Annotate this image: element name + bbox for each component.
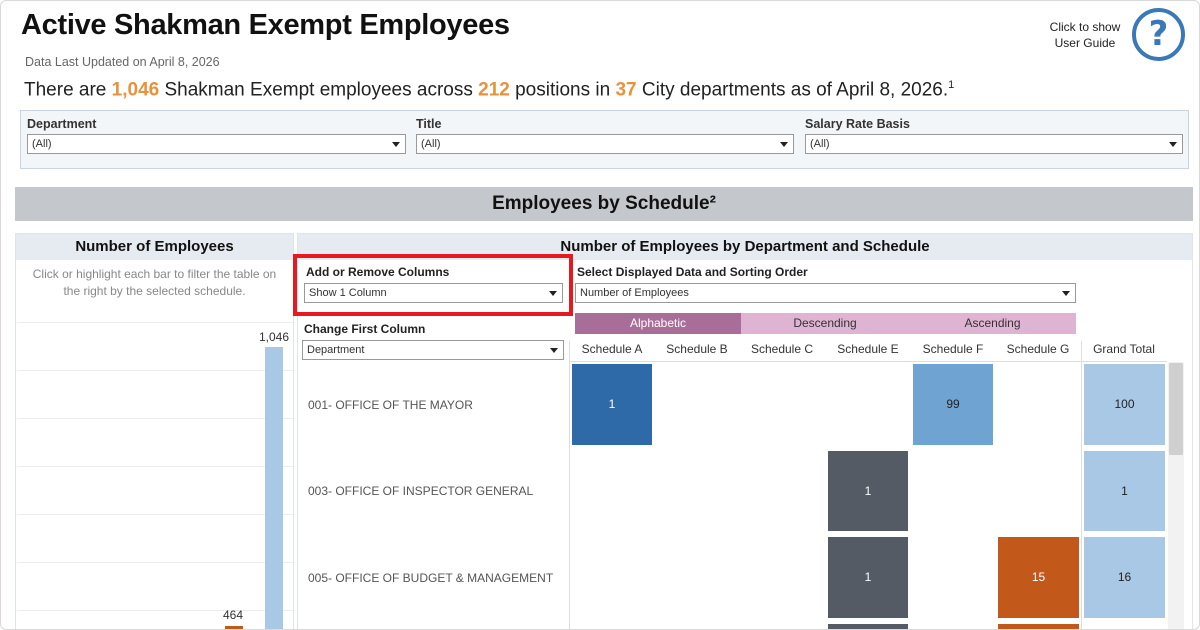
employee-count: 1,046: [111, 79, 160, 101]
title-dropdown[interactable]: (All): [416, 134, 794, 154]
row-label-office-of-the-mayor[interactable]: 001- OFFICE OF THE MAYOR: [308, 398, 473, 412]
sort-alphabetic-button[interactable]: Alphabetic: [575, 313, 741, 334]
cell-budget-grand-total[interactable]: 16: [1084, 537, 1165, 618]
cell-next-row-schedule-g[interactable]: [998, 624, 1079, 629]
chevron-down-icon: [780, 142, 788, 147]
filter-bar: Department (All) Title (All) Salary Rate…: [20, 110, 1189, 169]
bar-label-schedule-g: 464: [223, 608, 244, 622]
schedule-bar-chart-panel: Number of Employees Click or highlight e…: [15, 233, 294, 629]
bar-total[interactable]: [265, 347, 283, 629]
row-label-office-of-budget-management[interactable]: 005- OFFICE OF BUDGET & MANAGEMENT: [308, 571, 553, 585]
gridline: [17, 514, 293, 515]
salary-rate-dropdown[interactable]: (All): [805, 134, 1183, 154]
highlight-annotation-box: [293, 254, 573, 316]
column-header-schedule-g[interactable]: Schedule G: [997, 342, 1079, 356]
column-divider: [569, 341, 570, 629]
department-count: 37: [615, 79, 637, 101]
chevron-down-icon: [392, 142, 400, 147]
display-data-label: Select Displayed Data and Sorting Order: [577, 265, 808, 279]
user-guide-text[interactable]: Click to show User Guide: [1041, 19, 1129, 51]
position-count: 212: [478, 79, 510, 101]
page-title: Active Shakman Exempt Employees: [21, 9, 510, 41]
sort-descending-button[interactable]: Descending: [741, 313, 909, 334]
gridline: [17, 370, 293, 371]
display-data-dropdown[interactable]: Number of Employees: [575, 283, 1076, 303]
change-first-column-label: Change First Column: [304, 322, 426, 336]
gridline: [17, 322, 293, 323]
department-filter-label: Department: [27, 117, 97, 131]
title-filter: Title (All): [416, 117, 794, 154]
cell-inspector-grand-total[interactable]: 1: [1084, 451, 1165, 531]
dashboard-frame: Active Shakman Exempt Employees Data Las…: [0, 0, 1200, 630]
gridline: [17, 610, 293, 611]
chevron-down-icon: [550, 348, 558, 353]
gridline: [17, 418, 293, 419]
question-icon[interactable]: ?: [1132, 8, 1185, 61]
chevron-down-icon: [1062, 291, 1070, 296]
column-header-schedule-e[interactable]: Schedule E: [827, 342, 909, 356]
salary-rate-filter: Salary Rate Basis (All): [805, 117, 1183, 154]
title-filter-label: Title: [416, 117, 442, 131]
column-header-schedule-f[interactable]: Schedule F: [912, 342, 994, 356]
department-filter: Department (All): [27, 117, 406, 154]
table-scrollbar-thumb[interactable]: [1169, 363, 1183, 455]
chevron-down-icon: [1169, 142, 1177, 147]
cell-mayor-schedule-a[interactable]: 1: [572, 364, 652, 445]
column-header-schedule-a[interactable]: Schedule A: [571, 342, 653, 356]
summary-sentence: There are 1,046 Shakman Exempt employees…: [24, 79, 955, 101]
footnote-marker: 1: [948, 79, 955, 91]
left-panel-note: Click or highlight each bar to filter th…: [32, 267, 277, 298]
salary-rate-filter-label: Salary Rate Basis: [805, 117, 910, 131]
change-first-column-dropdown[interactable]: Department: [302, 340, 564, 360]
header-divider: [569, 361, 1167, 362]
section-title: Employees by Schedule²: [15, 187, 1193, 221]
sort-ascending-button[interactable]: Ascending: [909, 313, 1076, 334]
department-dropdown[interactable]: (All): [27, 134, 406, 154]
bar-label-total: 1,046: [259, 330, 290, 344]
cell-inspector-schedule-e[interactable]: 1: [828, 451, 908, 531]
cell-budget-schedule-e[interactable]: 1: [828, 537, 908, 618]
cell-mayor-schedule-f[interactable]: 99: [913, 364, 993, 445]
bar-schedule-g[interactable]: [225, 626, 243, 629]
column-header-grand-total[interactable]: Grand Total: [1083, 342, 1165, 356]
column-divider: [1081, 341, 1082, 629]
gridline: [17, 562, 293, 563]
column-header-schedule-b[interactable]: Schedule B: [656, 342, 738, 356]
left-panel-title: Number of Employees: [16, 234, 293, 260]
cell-mayor-grand-total[interactable]: 100: [1084, 364, 1165, 445]
row-label-office-of-inspector-general[interactable]: 003- OFFICE OF INSPECTOR GENERAL: [308, 484, 533, 498]
cell-budget-schedule-g[interactable]: 15: [998, 537, 1079, 618]
gridline: [17, 466, 293, 467]
cell-next-row-schedule-e[interactable]: [828, 624, 908, 629]
last-updated-text: Data Last Updated on April 8, 2026: [25, 55, 220, 69]
column-header-schedule-c[interactable]: Schedule C: [741, 342, 823, 356]
